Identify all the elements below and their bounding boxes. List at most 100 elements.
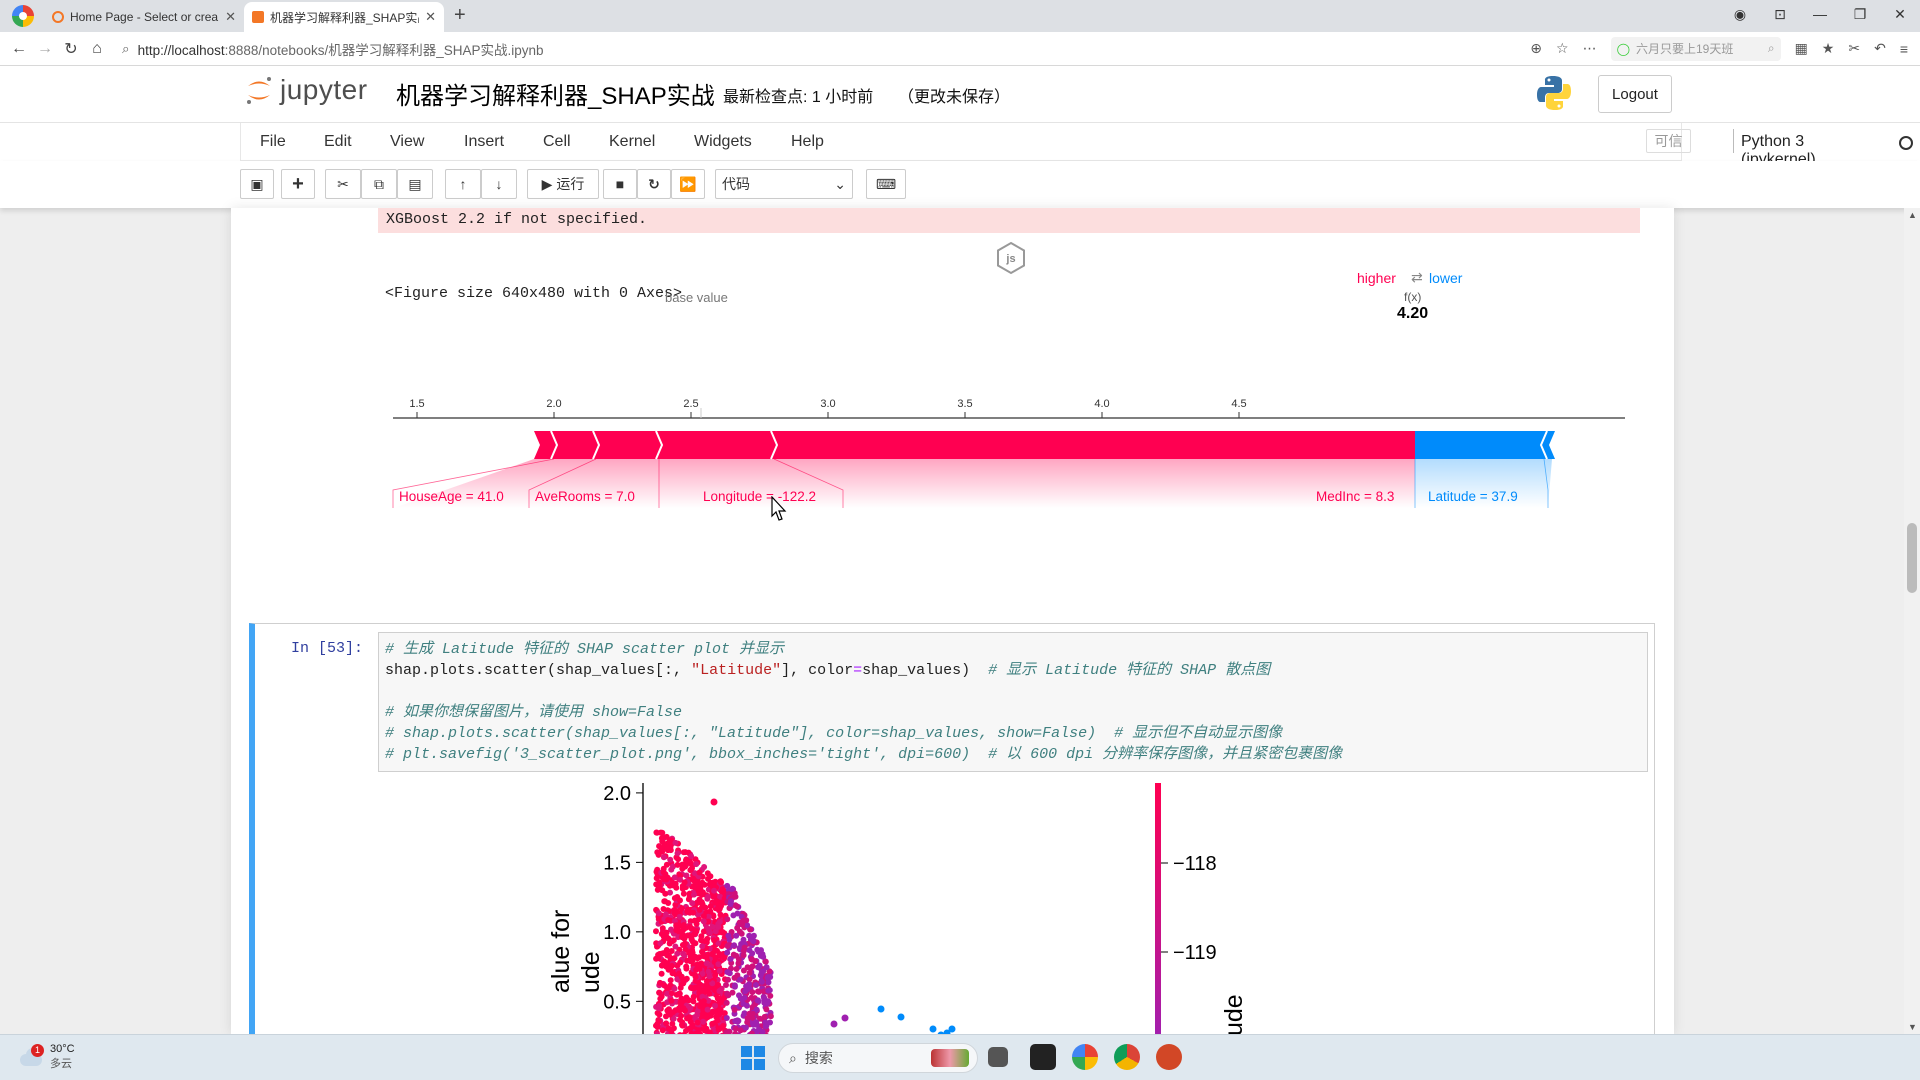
menu-cell[interactable]: Cell (543, 133, 571, 151)
scatter-point (671, 985, 678, 992)
scatter-point (897, 1013, 905, 1021)
scatter-point (699, 889, 706, 896)
close-tab-icon[interactable]: ✕ (225, 9, 236, 25)
scatter-point (666, 940, 673, 947)
star-icon[interactable]: ☆ (1556, 40, 1569, 57)
scatter-point (681, 922, 687, 928)
file-explorer-icon[interactable] (988, 1047, 1008, 1067)
scatter-point (716, 918, 723, 925)
chrome-icon[interactable] (1114, 1044, 1140, 1070)
scatter-point (723, 982, 729, 988)
cell-type-select[interactable]: 代码 ⌄ (715, 169, 853, 199)
cut-icon[interactable]: ✂ (1848, 40, 1860, 57)
menu-edit[interactable]: Edit (324, 133, 352, 151)
apps-icon[interactable]: ▦ (1795, 40, 1808, 57)
menu-icon[interactable]: ≡ (1900, 41, 1908, 57)
scroll-down-icon[interactable]: ▼ (1908, 1022, 1917, 1032)
home-icon[interactable]: ⌂ (84, 40, 110, 58)
move-up-button[interactable]: ↑ (445, 169, 481, 199)
scatter-point (693, 966, 700, 973)
scatter-point (667, 977, 674, 984)
more-icon[interactable]: ⋯ (1583, 40, 1597, 57)
save-button[interactable]: ▣ (240, 169, 274, 199)
cut-cell-button[interactable]: ✂ (325, 169, 361, 199)
vertical-scrollbar[interactable]: ▲ ▼ (1904, 208, 1920, 1034)
start-icon[interactable] (739, 1044, 765, 1070)
menu-file[interactable]: File (260, 133, 286, 151)
menu-view[interactable]: View (390, 133, 424, 151)
scatter-point (711, 937, 718, 944)
terminal-icon[interactable] (1030, 1044, 1056, 1070)
taskbar-search[interactable]: ⌕ 搜索 (778, 1043, 978, 1073)
cut-icon: ✂ (337, 175, 349, 192)
minimize-icon[interactable]: — (1800, 6, 1840, 22)
restart-button[interactable]: ↻ (637, 169, 671, 199)
favorites-icon[interactable]: ★ (1822, 40, 1835, 57)
search-icon: ⌕ (1767, 41, 1775, 55)
close-tab-icon[interactable]: ✕ (425, 9, 436, 25)
back-icon[interactable]: ← (6, 40, 32, 58)
browser-tab-notebook[interactable]: 机器学习解释利器_SHAP实战 ✕ (244, 2, 444, 32)
scatter-point (657, 940, 664, 947)
scatter-point (715, 961, 722, 968)
reload-icon[interactable]: ↻ (58, 39, 84, 59)
move-down-button[interactable]: ↓ (481, 169, 517, 199)
jupyter-logo[interactable]: jupyter (244, 74, 368, 106)
restart-run-all-button[interactable]: ⏩ (671, 169, 705, 199)
restore-icon[interactable]: ❐ (1840, 6, 1880, 23)
menu-insert[interactable]: Insert (464, 133, 504, 151)
scatter-point (701, 864, 708, 870)
code-editor[interactable]: # 生成 Latitude 特征的 SHAP scatter plot 并显示 s… (378, 632, 1648, 772)
paste-cell-button[interactable]: ▤ (397, 169, 433, 199)
weather-widget[interactable]: 1 30°C 多云 (18, 1043, 75, 1071)
scatter-point (677, 999, 684, 1006)
shirt-icon[interactable]: ⊡ (1760, 6, 1800, 23)
scatter-point (733, 952, 740, 959)
menu-kernel[interactable]: Kernel (609, 133, 655, 151)
close-window-icon[interactable]: ✕ (1880, 6, 1920, 23)
scatter-point (663, 947, 670, 953)
trusted-indicator[interactable]: 可信 (1646, 129, 1691, 153)
powerpoint-icon[interactable] (1156, 1044, 1182, 1070)
undo-icon[interactable]: ↶ (1874, 40, 1886, 57)
scatter-point (734, 925, 741, 931)
base-value-label: base value (665, 290, 728, 305)
promo-search-box[interactable]: ◯ 六月只要上19天班 ⌕ (1610, 36, 1781, 61)
scatter-point (655, 850, 662, 857)
account-icon[interactable]: ◉ (1720, 6, 1760, 23)
scatter-point (758, 978, 765, 985)
scatter-point (693, 920, 700, 927)
url-field[interactable]: ⌕ http://localhost:8888/notebooks/机器学习解释… (122, 39, 1530, 59)
browser-taskbar-icon[interactable] (1072, 1044, 1098, 1070)
logout-button[interactable]: Logout (1598, 75, 1672, 113)
scatter-point (701, 881, 708, 888)
scrollbar-thumb[interactable] (1907, 523, 1917, 593)
copy-cell-button[interactable]: ⧉ (361, 169, 397, 199)
run-button[interactable]: ▶ 运行 (527, 169, 599, 199)
swap-arrow-icon: ⇄ (1411, 269, 1423, 285)
y-tick-label: 0.5 (603, 991, 631, 1013)
browser-tab-home[interactable]: Home Page - Select or crea ✕ (44, 2, 244, 32)
menu-help[interactable]: Help (791, 133, 824, 151)
jupyter-logo-text: jupyter (280, 74, 368, 105)
code-token: # shap.plots.scatter(shap_values[:, "Lat… (385, 725, 1283, 742)
scatter-point (743, 917, 750, 924)
scatter-point (680, 1005, 687, 1012)
scatter-point (742, 988, 749, 995)
zoom-icon[interactable]: ⊕ (1530, 40, 1542, 57)
new-tab-button[interactable]: + (454, 4, 466, 27)
scatter-point (728, 898, 734, 905)
mouse-cursor-icon (771, 496, 787, 521)
insert-cell-button[interactable]: + (281, 169, 315, 199)
interrupt-button[interactable]: ■ (603, 169, 637, 199)
menu-widgets[interactable]: Widgets (694, 133, 752, 151)
scroll-up-icon[interactable]: ▲ (1908, 210, 1917, 220)
paste-icon: ▤ (408, 175, 422, 192)
notebook-title[interactable]: 机器学习解释利器_SHAP实战 (396, 76, 715, 111)
command-palette-button[interactable]: ⌨ (866, 169, 906, 199)
jupyter-favicon-icon (52, 11, 64, 23)
scatter-point (723, 1015, 730, 1021)
scatter-point (734, 903, 740, 910)
colorbar-label: tude (1220, 994, 1248, 1034)
forward-icon[interactable]: → (32, 40, 58, 58)
